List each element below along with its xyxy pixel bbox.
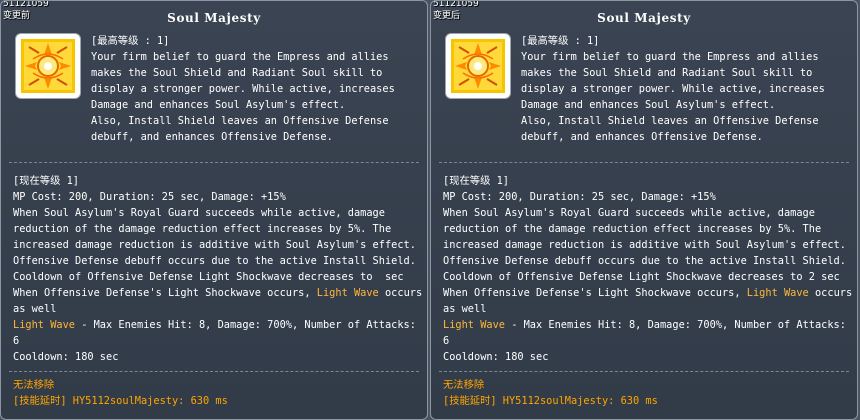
light-wave-line: When Offensive Defense's Light Shockwave… bbox=[13, 285, 423, 301]
current-level-header: [现在等级 1] bbox=[13, 175, 79, 187]
level-detail-line: When Soul Asylum's Royal Guard succeeds … bbox=[13, 207, 385, 219]
description-line: makes the Soul Shield and Radiant Soul s… bbox=[91, 67, 383, 79]
skill-icon-frame bbox=[445, 33, 511, 99]
cooldown-text: Cooldown: 180 sec bbox=[13, 351, 119, 363]
soul-majesty-icon bbox=[451, 39, 505, 93]
description-line: Your firm belief to guard the Empress an… bbox=[521, 51, 819, 63]
max-level-text: [最高等级 : 1] bbox=[521, 35, 600, 47]
skill-title: Soul Majesty bbox=[167, 11, 261, 25]
skill-description: [最高等级 : 1] Your firm belief to guard the… bbox=[91, 33, 421, 145]
level-detail-line: Offensive Defense debuff occurs due to t… bbox=[443, 255, 846, 267]
skill-tooltip-after: 51121059 变更后 Soul Majesty [最高等级 : 1] You… bbox=[430, 0, 858, 420]
level-detail-line: increased damage reduction is additive w… bbox=[443, 239, 846, 251]
cannot-remove-text: 无法移除 bbox=[13, 379, 55, 391]
light-wave-stats: - Max Enemies Hit: 8, Damage: 700%, Numb… bbox=[75, 319, 416, 331]
current-level-block: [现在等级 1] MP Cost: 200, Duration: 25 sec,… bbox=[13, 173, 423, 365]
divider bbox=[439, 162, 849, 163]
soul-majesty-icon bbox=[21, 39, 75, 93]
description-line: Also, Install Shield leaves an Offensive… bbox=[91, 115, 389, 127]
skill-tooltip-before: 51121059 变更前 Soul Majesty [最高等级 : 1] You… bbox=[0, 0, 428, 420]
skill-delay-text: [技能延时] HY5112soulMajesty: 630 ms bbox=[13, 395, 228, 407]
description-line: debuff, and enhances Offensive Defense. bbox=[521, 131, 763, 143]
level-detail-line: reduction of the damage reduction effect… bbox=[13, 223, 392, 235]
tooltip-footer: 无法移除 [技能延时] HY5112soulMajesty: 630 ms bbox=[443, 377, 658, 409]
light-wave-suffix: occurs bbox=[808, 287, 853, 299]
level-detail-line: Cooldown of Offensive Defense Light Shoc… bbox=[443, 271, 840, 283]
light-wave-stats-tail: 6 bbox=[13, 335, 20, 347]
skill-icon-frame bbox=[15, 33, 81, 99]
description-line: debuff, and enhances Offensive Defense. bbox=[91, 131, 333, 143]
level-detail-line: Cooldown of Offensive Defense Light Shoc… bbox=[13, 271, 404, 283]
description-line: Also, Install Shield leaves an Offensive… bbox=[521, 115, 819, 127]
divider bbox=[9, 371, 419, 372]
level-detail-line: increased damage reduction is additive w… bbox=[13, 239, 416, 251]
description-line: Damage and enhances Soul Asylum's effect… bbox=[91, 99, 346, 111]
description-line: Your firm belief to guard the Empress an… bbox=[91, 51, 389, 63]
light-wave-prefix: When Offensive Defense's Light Shockwave… bbox=[13, 287, 317, 299]
light-wave-stats-line: Light Wave - Max Enemies Hit: 8, Damage:… bbox=[13, 317, 423, 333]
light-wave-tail: as well bbox=[13, 303, 57, 315]
light-wave-highlight: Light Wave bbox=[316, 287, 379, 299]
divider bbox=[439, 371, 849, 372]
description-line: display a stronger power. While active, … bbox=[91, 83, 395, 95]
divider bbox=[9, 162, 419, 163]
current-level-header: [现在等级 1] bbox=[443, 175, 509, 187]
light-wave-highlight: Light Wave bbox=[443, 319, 505, 331]
light-wave-highlight: Light Wave bbox=[746, 287, 809, 299]
skill-id: 51121059 bbox=[433, 0, 479, 9]
level-detail-line: Offensive Defense debuff occurs due to t… bbox=[13, 255, 416, 267]
max-level-text: [最高等级 : 1] bbox=[91, 35, 170, 47]
description-line: makes the Soul Shield and Radiant Soul s… bbox=[521, 67, 813, 79]
light-wave-prefix: When Offensive Defense's Light Shockwave… bbox=[443, 287, 747, 299]
description-line: display a stronger power. While active, … bbox=[521, 83, 825, 95]
light-wave-stats-tail: 6 bbox=[443, 335, 450, 347]
light-wave-tail: as well bbox=[443, 303, 487, 315]
cannot-remove-text: 无法移除 bbox=[443, 379, 485, 391]
level-detail-line: reduction of the damage reduction effect… bbox=[443, 223, 822, 235]
level-detail-line: MP Cost: 200, Duration: 25 sec, Damage: … bbox=[13, 191, 286, 203]
light-wave-highlight: Light Wave bbox=[13, 319, 75, 331]
skill-id: 51121059 bbox=[3, 0, 49, 9]
skill-title: Soul Majesty bbox=[597, 11, 691, 25]
light-wave-line: When Offensive Defense's Light Shockwave… bbox=[443, 285, 853, 301]
cooldown-text: Cooldown: 180 sec bbox=[443, 351, 549, 363]
skill-description: [最高等级 : 1] Your firm belief to guard the… bbox=[521, 33, 851, 145]
description-line: Damage and enhances Soul Asylum's effect… bbox=[521, 99, 776, 111]
current-level-block: [现在等级 1] MP Cost: 200, Duration: 25 sec,… bbox=[443, 173, 853, 365]
light-wave-stats-line: Light Wave - Max Enemies Hit: 8, Damage:… bbox=[443, 317, 853, 333]
tooltip-footer: 无法移除 [技能延时] HY5112soulMajesty: 630 ms bbox=[13, 377, 228, 409]
level-detail-line: MP Cost: 200, Duration: 25 sec, Damage: … bbox=[443, 191, 716, 203]
level-detail-line: When Soul Asylum's Royal Guard succeeds … bbox=[443, 207, 815, 219]
skill-delay-text: [技能延时] HY5112soulMajesty: 630 ms bbox=[443, 395, 658, 407]
light-wave-suffix: occurs bbox=[378, 287, 423, 299]
light-wave-stats: - Max Enemies Hit: 8, Damage: 700%, Numb… bbox=[505, 319, 846, 331]
